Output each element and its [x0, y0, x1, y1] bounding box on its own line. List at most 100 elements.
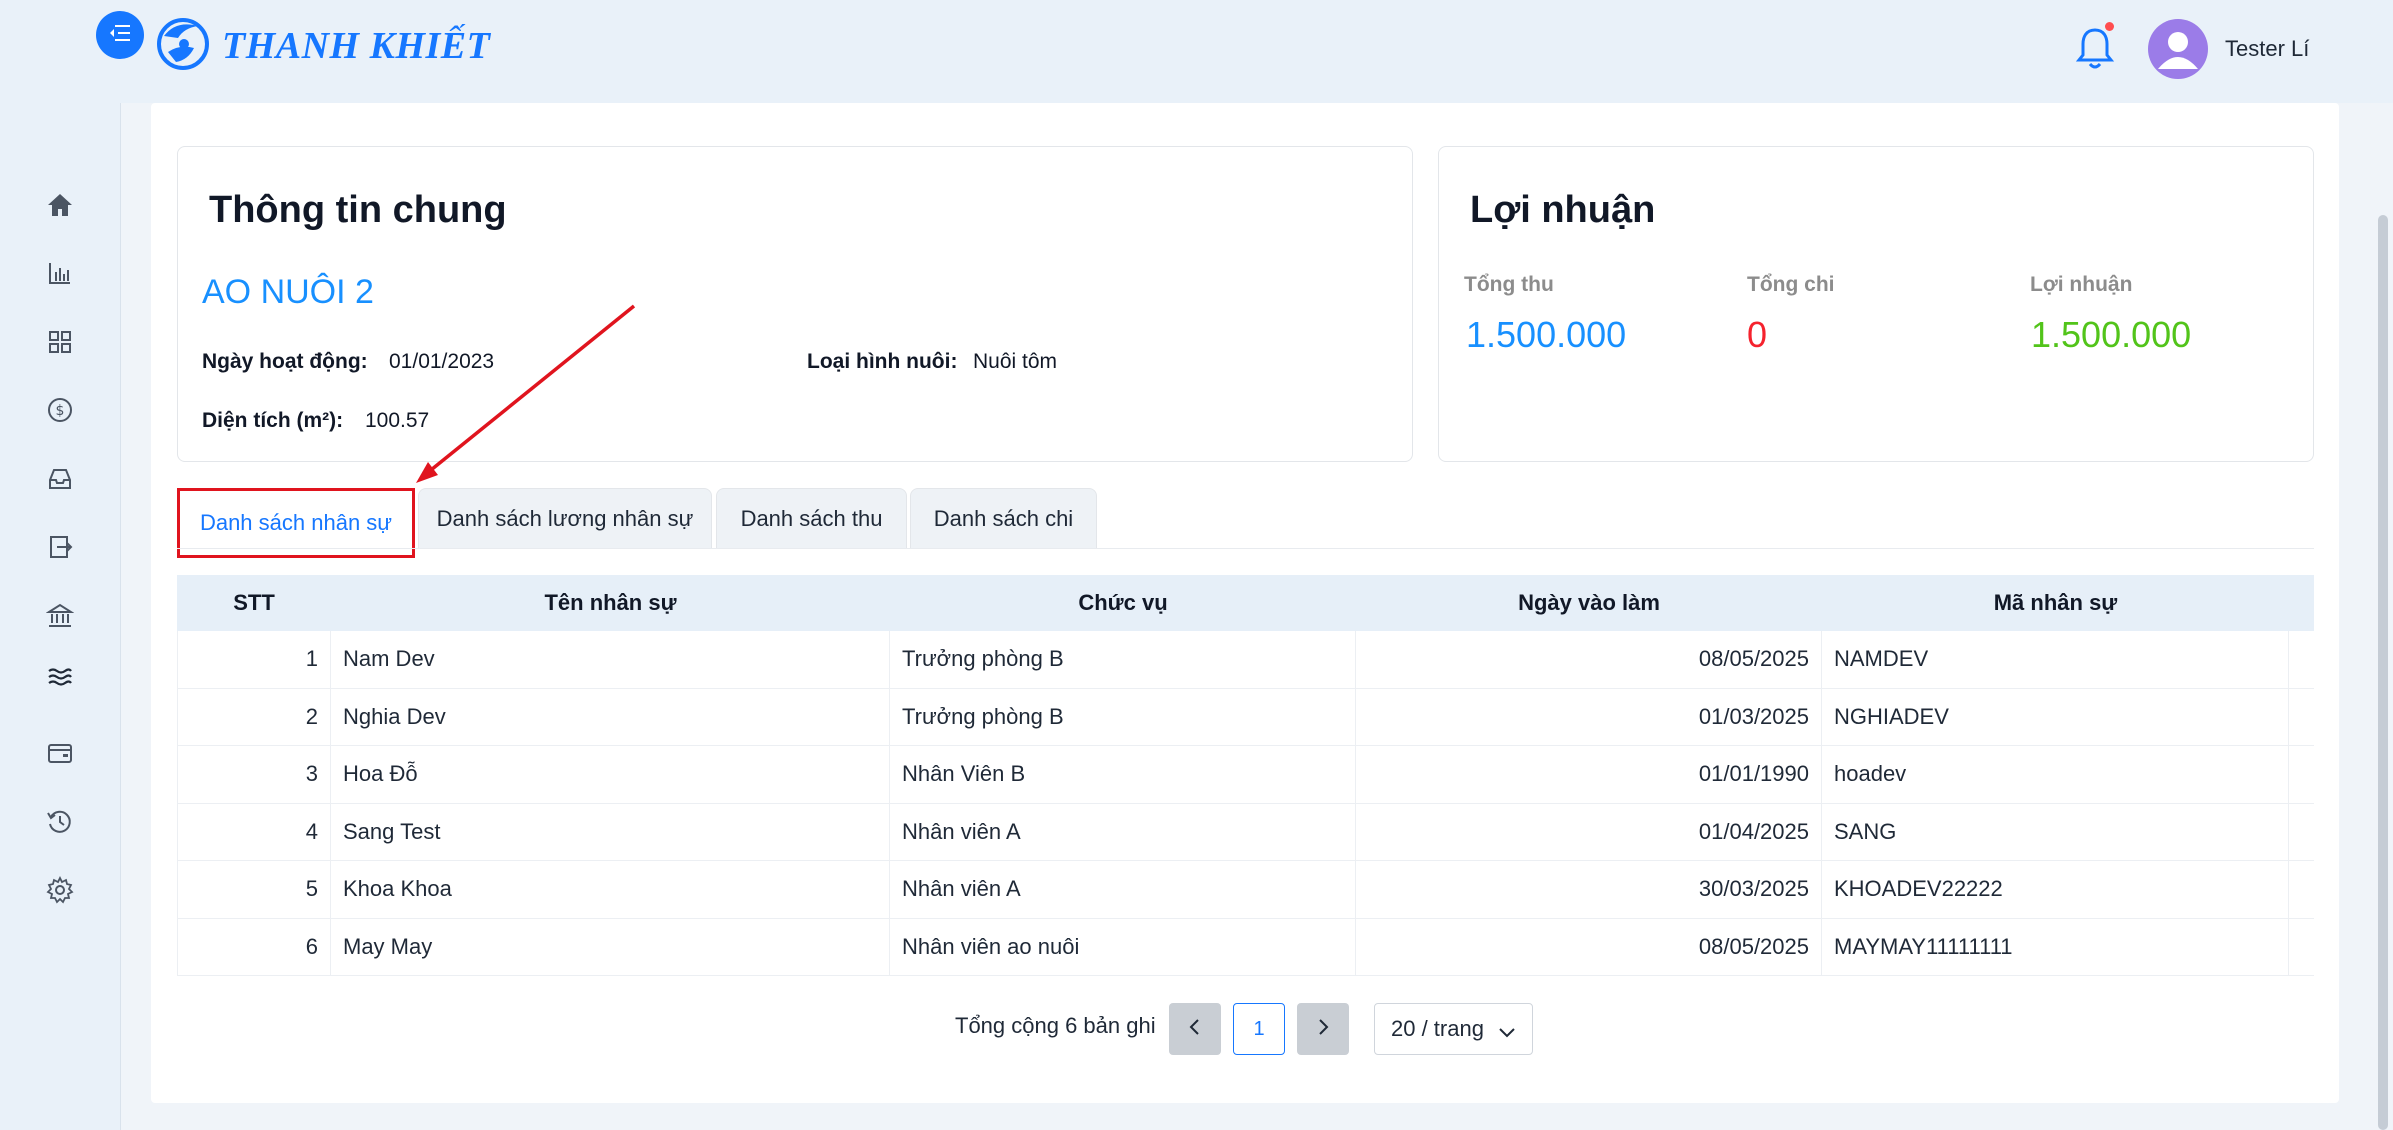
profit-card: Lợi nhuận Tổng thu 1.500.000 Tổng chi 0 … — [1438, 146, 2314, 462]
sidebar-item-dashboard[interactable] — [44, 328, 76, 360]
logo-icon — [154, 14, 212, 77]
cell-name: May May — [331, 918, 890, 975]
cell-name: Nghia Dev — [331, 688, 890, 745]
sidebar-item-wallet[interactable] — [44, 739, 76, 771]
cell-position: Nhân viên ao nuôi — [890, 918, 1356, 975]
notification-badge — [2105, 22, 2114, 31]
bank-icon — [45, 602, 75, 635]
sidebar-item-history[interactable] — [44, 808, 76, 840]
cell-position: Trưởng phòng B — [890, 688, 1356, 745]
cell-stt: 6 — [177, 918, 331, 975]
cell-start-date: 08/05/2025 — [1356, 631, 1822, 688]
general-info-title: Thông tin chung — [209, 189, 507, 231]
next-page-button[interactable] — [1297, 1003, 1349, 1055]
profit-title: Lợi nhuận — [1470, 189, 1656, 231]
chevron-left-icon — [1188, 1018, 1202, 1041]
home-icon — [46, 191, 74, 224]
page-scrollbar[interactable] — [2378, 215, 2388, 1130]
cell-start-date: 01/03/2025 — [1356, 688, 1822, 745]
page-number-button[interactable]: 1 — [1233, 1003, 1285, 1055]
table-row[interactable]: 3 Hoa Đỗ Nhân Viên B 01/01/1990 hoadev — [177, 746, 2314, 804]
wallet-icon — [47, 740, 73, 771]
total-income-value: 1.500.000 — [1466, 314, 1627, 355]
chevron-right-icon — [1316, 1018, 1330, 1041]
total-income-label: Tổng thu — [1464, 273, 1554, 296]
cell-position: Nhân viên A — [890, 803, 1356, 860]
cell-staff-code: NAMDEV — [1822, 631, 2289, 688]
user-name[interactable]: Tester Lí — [2225, 36, 2309, 62]
farming-type-label: Loại hình nuôi: — [807, 350, 958, 373]
svg-text:$: $ — [56, 403, 65, 419]
inbox-icon — [47, 466, 73, 497]
cell-staff-code: SANG — [1822, 803, 2289, 860]
table-header: STT Tên nhân sự Chức vụ Ngày vào làm Mã … — [177, 575, 2314, 631]
cell-start-date: 08/05/2025 — [1356, 918, 1822, 975]
sidebar-item-bank[interactable] — [44, 602, 76, 634]
column-header-start-date[interactable]: Ngày vào làm — [1356, 575, 1822, 631]
cell-name: Nam Dev — [331, 631, 890, 688]
table-row[interactable]: 1 Nam Dev Trưởng phòng B 08/05/2025 NAMD… — [177, 631, 2314, 689]
table-row[interactable]: 4 Sang Test Nhân viên A 01/04/2025 SANG — [177, 803, 2314, 861]
sidebar-item-ponds[interactable] — [44, 663, 76, 695]
table-row[interactable]: 5 Khoa Khoa Nhân viên A 30/03/2025 KHOAD… — [177, 861, 2314, 919]
top-header: THANH KHIẾT Tester Lí — [0, 0, 2393, 103]
tab-income-list[interactable]: Danh sách thu — [716, 488, 907, 548]
settings-icon — [46, 875, 74, 909]
chevron-down-icon — [1498, 1020, 1516, 1046]
cell-start-date: 01/01/1990 — [1356, 746, 1822, 803]
page-size-value: 20 / trang — [1391, 1016, 1484, 1041]
cell-stt: 2 — [177, 688, 331, 745]
tab-staff-salary[interactable]: Danh sách lương nhân sự — [418, 488, 712, 548]
cell-staff-code: MAYMAY11111111 — [1822, 918, 2289, 975]
sidebar-item-settings[interactable] — [44, 875, 76, 909]
start-date-value: 01/01/2023 — [389, 350, 495, 373]
column-header-stt[interactable]: STT — [177, 575, 331, 631]
sidebar-item-home[interactable] — [44, 191, 76, 223]
page-size-select[interactable]: 20 / trang — [1374, 1003, 1533, 1055]
cell-position: Nhân Viên B — [890, 746, 1356, 803]
import-icon — [47, 534, 73, 565]
sidebar-item-inventory[interactable] — [44, 465, 76, 497]
start-date-label: Ngày hoạt động: — [202, 350, 368, 373]
area-value: 100.57 — [365, 409, 430, 432]
menu-icon — [109, 23, 131, 48]
grid-icon — [47, 329, 73, 360]
column-header-position[interactable]: Chức vụ — [890, 575, 1356, 631]
total-expense-value: 0 — [1747, 314, 1768, 355]
profit-value: 1.500.000 — [2031, 314, 2192, 355]
tabs-divider — [177, 548, 2314, 549]
table-row[interactable]: 6 May May Nhân viên ao nuôi 08/05/2025 M… — [177, 918, 2314, 976]
table-row[interactable]: 2 Nghia Dev Trưởng phòng B 01/03/2025 NG… — [177, 688, 2314, 746]
cell-stt: 1 — [177, 631, 331, 688]
cell-position: Nhân viên A — [890, 861, 1356, 918]
profit-label: Lợi nhuận — [2030, 273, 2133, 296]
menu-toggle-button[interactable] — [96, 11, 144, 59]
pond-name: AO NUÔI 2 — [202, 273, 374, 311]
sidebar: $ — [0, 103, 121, 1130]
staff-table: STT Tên nhân sự Chức vụ Ngày vào làm Mã … — [177, 575, 2314, 976]
notification-button[interactable] — [2074, 22, 2116, 72]
total-records-text: Tổng cộng 6 bản ghi — [955, 1013, 1156, 1038]
brand-name: THANH KHIẾT — [222, 24, 491, 67]
waves-icon — [47, 664, 73, 695]
area-label: Diện tích (m²): — [202, 409, 344, 432]
sidebar-item-reports[interactable] — [44, 259, 76, 291]
sidebar-item-import[interactable] — [44, 533, 76, 565]
cell-name: Sang Test — [331, 803, 890, 860]
dollar-icon: $ — [46, 396, 74, 429]
tab-expense-list[interactable]: Danh sách chi — [910, 488, 1097, 548]
cell-staff-code: KHOADEV22222 — [1822, 861, 2289, 918]
column-header-staff-code[interactable]: Mã nhân sự — [1822, 575, 2289, 631]
total-expense-label: Tổng chi — [1747, 273, 1835, 296]
brand-logo[interactable]: THANH KHIẾT — [154, 14, 490, 77]
column-header-name[interactable]: Tên nhân sự — [331, 575, 890, 631]
prev-page-button[interactable] — [1169, 1003, 1221, 1055]
cell-stt: 3 — [177, 746, 331, 803]
farming-type-value: Nuôi tôm — [973, 350, 1058, 373]
user-avatar-icon — [2148, 32, 2208, 79]
user-avatar[interactable] — [2148, 19, 2208, 79]
history-icon — [46, 808, 74, 841]
cell-position: Trưởng phòng B — [890, 631, 1356, 688]
sidebar-item-finance[interactable]: $ — [44, 396, 76, 428]
bar-chart-icon — [47, 260, 73, 291]
